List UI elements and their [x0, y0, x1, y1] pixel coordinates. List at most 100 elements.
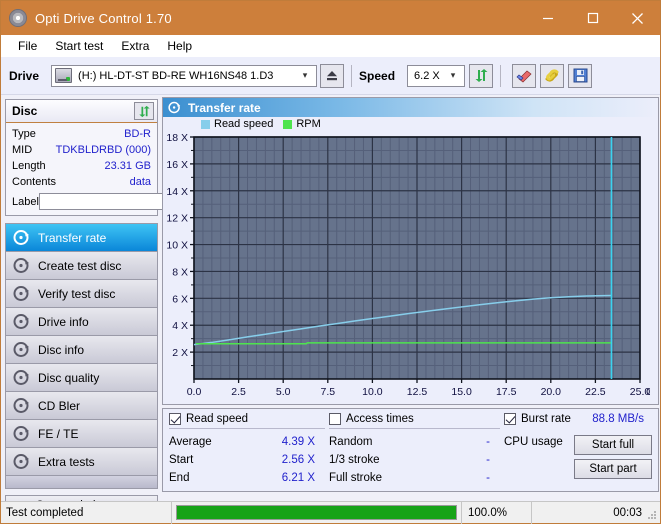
result-row-full-stroke: Full stroke -	[329, 469, 504, 487]
result-row-average: Average 4.39 X	[169, 433, 329, 451]
speed-select-value: 6.2 X	[414, 69, 440, 82]
save-button[interactable]	[568, 63, 593, 88]
drive-icon	[55, 68, 73, 83]
eject-button[interactable]	[320, 63, 345, 88]
disc-label-key: Label	[12, 195, 39, 208]
refresh-icon	[475, 69, 488, 82]
progress-bar	[176, 505, 457, 520]
window-controls	[525, 1, 660, 35]
close-button[interactable]	[615, 1, 660, 35]
disc-test-icon	[13, 229, 30, 246]
result-key-cpu-usage: CPU usage	[504, 436, 563, 448]
app-window: Opti Drive Control 1.70 File Start test …	[0, 0, 661, 524]
title-bar: Opti Drive Control 1.70	[1, 1, 660, 35]
svg-text:15.0: 15.0	[451, 386, 472, 398]
start-full-button[interactable]: Start full	[574, 435, 652, 455]
result-key-random: Random	[329, 436, 373, 448]
read-speed-checkbox[interactable]	[169, 413, 181, 425]
start-buttons: Start full Start part	[574, 435, 652, 483]
disc-info-rows: Type BD-R MID TDKBLDRBD (000) Length 23.…	[6, 123, 243, 215]
menu-item-extra[interactable]: Extra	[112, 37, 158, 55]
start-part-button[interactable]: Start part	[574, 459, 652, 479]
chart-header: Transfer rate	[163, 98, 658, 117]
save-icon	[573, 68, 588, 83]
sidebar-item-label: Drive info	[38, 314, 89, 329]
minimize-button[interactable]	[525, 1, 570, 35]
sidebar-item-label: Disc info	[38, 342, 85, 357]
burst-rate-checkbox-label: Burst rate	[521, 413, 571, 425]
read-speed-checkbox-row[interactable]: Read speed	[169, 413, 329, 425]
svg-text:2 X: 2 X	[172, 347, 188, 359]
sidebar-item-verify-test-disc[interactable]: Verify test disc	[6, 280, 157, 308]
sidebar-item-label: CD Bler	[38, 398, 81, 413]
menu-bar: File Start test Extra Help	[1, 35, 660, 57]
toolbar-divider-2	[500, 64, 502, 87]
svg-text:8 X: 8 X	[172, 266, 188, 278]
disc-test-icon	[13, 313, 30, 330]
burst-rate-checkbox[interactable]	[504, 413, 516, 425]
result-row-random: Random -	[329, 433, 504, 451]
refresh-button[interactable]	[469, 63, 494, 88]
sidebar-item-label: Verify test disc	[38, 286, 116, 301]
svg-text:20.0: 20.0	[541, 386, 562, 398]
results-divider	[169, 428, 325, 429]
progress-percent: 100.0%	[461, 501, 531, 524]
result-key-start: Start	[169, 454, 194, 466]
svg-text:14 X: 14 X	[166, 186, 188, 198]
sidebar-item-disc-quality[interactable]: Disc quality	[6, 364, 157, 392]
disc-row-type-key: Type	[12, 128, 36, 140]
result-row-end: End 6.21 X	[169, 469, 329, 487]
svg-text:18 X: 18 X	[166, 132, 188, 144]
legend-rpm: RPM	[283, 118, 321, 130]
menu-item-start-test[interactable]: Start test	[46, 37, 112, 55]
access-times-checkbox[interactable]	[329, 413, 341, 425]
drive-toolbar: Drive (H:) HL-DT-ST BD-RE WH16NS48 1.D3 …	[1, 57, 660, 95]
transfer-rate-plot[interactable]: 2 X 4 X 6 X 8 X 10 X 12 X 14 X 16 X 18 X 0.0 2.5 5.…	[163, 131, 650, 403]
disc-refresh-button[interactable]	[134, 102, 154, 120]
sidebar-item-fe-te[interactable]: FE / TE	[6, 420, 157, 448]
maximize-button[interactable]	[570, 1, 615, 35]
burst-rate-checkbox-row[interactable]: Burst rate 88.8 MB/s	[504, 413, 644, 425]
sidebar-item-create-test-disc[interactable]: Create test disc	[6, 252, 157, 280]
sidebar-item-label: FE / TE	[38, 426, 79, 441]
disc-test-icon	[13, 425, 30, 442]
drive-select[interactable]: (H:) HL-DT-ST BD-RE WH16NS48 1.D3 ▾	[51, 64, 318, 87]
progress-bar-cell	[171, 501, 461, 524]
legend-swatch-rpm	[283, 119, 293, 129]
sidebar-item-disc-info[interactable]: Disc info	[6, 336, 157, 364]
svg-text:22.5: 22.5	[585, 386, 606, 398]
result-row-start: Start 2.56 X	[169, 451, 329, 469]
plug-icon	[545, 69, 559, 82]
speed-select[interactable]: 6.2 X ▾	[407, 64, 466, 87]
svg-text:5.0: 5.0	[276, 386, 291, 398]
access-times-checkbox-row[interactable]: Access times	[329, 413, 504, 425]
chevron-down-icon: ▾	[302, 70, 308, 80]
chart-title: Transfer rate	[188, 100, 261, 115]
chart-legend: Read speed RPM	[163, 117, 658, 131]
disc-test-icon	[13, 285, 30, 302]
sidebar-item-label: Disc quality	[38, 370, 100, 385]
status-bar: Test completed 100.0% 00:03	[1, 501, 660, 524]
disc-row-length-key: Length	[12, 160, 46, 172]
disc-test-icon	[13, 453, 30, 470]
resize-grip-icon[interactable]	[647, 510, 657, 520]
disc-test-icon	[13, 397, 30, 414]
sidebar-item-drive-info[interactable]: Drive info	[6, 308, 157, 336]
elapsed-time: 00:03	[531, 501, 660, 524]
result-key-end: End	[169, 472, 190, 484]
svg-text:10 X: 10 X	[166, 240, 188, 252]
disc-row-type: Type BD-R	[12, 126, 151, 142]
results-divider	[329, 428, 500, 429]
menu-item-help[interactable]: Help	[158, 37, 201, 55]
sidebar-item-cd-bler[interactable]: CD Bler	[6, 392, 157, 420]
erase-button[interactable]	[512, 63, 537, 88]
sidebar-item-label: Transfer rate	[38, 230, 107, 245]
sidebar-item-transfer-rate[interactable]: Transfer rate	[6, 224, 157, 252]
status-message: Test completed	[6, 506, 84, 519]
drive-select-value: (H:) HL-DT-ST BD-RE WH16NS48 1.D3	[78, 69, 274, 82]
menu-item-file[interactable]: File	[9, 37, 46, 55]
eraser-icon	[516, 70, 532, 83]
sidebar-item-extra-tests[interactable]: Extra tests	[6, 448, 157, 476]
plug-button[interactable]	[540, 63, 565, 88]
app-disc-icon	[9, 9, 27, 27]
